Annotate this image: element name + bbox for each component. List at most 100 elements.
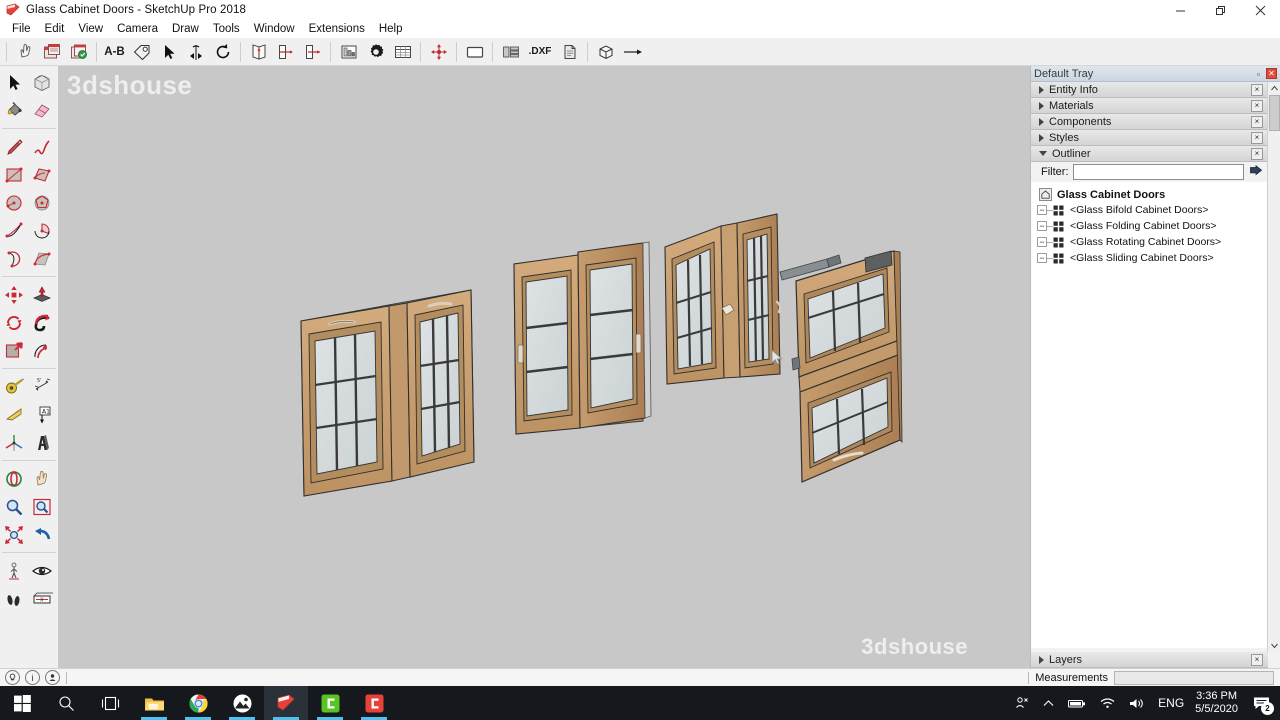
sketchup-button[interactable] bbox=[264, 686, 308, 720]
orbit-tool[interactable] bbox=[0, 465, 28, 493]
panel-close-icon[interactable]: × bbox=[1251, 83, 1263, 96]
menu-window[interactable]: Window bbox=[247, 22, 302, 36]
menu-help[interactable]: Help bbox=[372, 22, 410, 36]
door-right-icon[interactable] bbox=[299, 39, 326, 65]
tag-icon[interactable] bbox=[128, 39, 155, 65]
text-tool[interactable]: A1 bbox=[28, 401, 56, 429]
move-tool[interactable] bbox=[0, 281, 28, 309]
print-icon[interactable] bbox=[556, 39, 583, 65]
notifications-icon[interactable]: 2 bbox=[1253, 696, 1274, 715]
bar-chart-icon[interactable] bbox=[335, 39, 362, 65]
followme-tool[interactable] bbox=[28, 309, 56, 337]
position-camera-tool[interactable] bbox=[0, 557, 28, 585]
start-button[interactable] bbox=[0, 686, 44, 720]
panel-layers[interactable]: Layers × bbox=[1031, 652, 1268, 668]
zoom-extents-tool[interactable] bbox=[0, 521, 28, 549]
dimension-tool[interactable]: 5' bbox=[28, 373, 56, 401]
share-nearby-icon[interactable] bbox=[1015, 696, 1029, 710]
close-button[interactable] bbox=[1240, 0, 1280, 20]
rectangle-tool[interactable] bbox=[0, 161, 28, 189]
outliner-item-rotating[interactable]: − <Glass Rotating Cabinet Doors> bbox=[1031, 234, 1268, 250]
minimize-button[interactable] bbox=[1160, 0, 1200, 20]
outliner-item-bifold[interactable]: − <Glass Bifold Cabinet Doors> bbox=[1031, 202, 1268, 218]
filter-go-icon[interactable] bbox=[1248, 164, 1264, 180]
layout-open-icon[interactable] bbox=[38, 39, 65, 65]
expander-icon[interactable]: − bbox=[1037, 253, 1047, 263]
polygon-tool[interactable] bbox=[28, 189, 56, 217]
volume-icon[interactable] bbox=[1129, 697, 1144, 710]
language-indicator[interactable]: ENG bbox=[1158, 696, 1184, 710]
filter-input[interactable] bbox=[1072, 164, 1244, 180]
dxf-export-icon[interactable]: .DXF bbox=[524, 39, 556, 65]
menu-draw[interactable]: Draw bbox=[165, 22, 206, 36]
expander-icon[interactable]: − bbox=[1037, 237, 1047, 247]
panel-outliner[interactable]: Outliner × bbox=[1031, 146, 1268, 162]
tape-measure-tool[interactable] bbox=[0, 373, 28, 401]
freehand-tool[interactable] bbox=[28, 133, 56, 161]
panel-close-icon[interactable]: × bbox=[1251, 653, 1263, 666]
model-viewport[interactable]: 3dshouse 3dshouse bbox=[59, 66, 1030, 668]
move-cross-icon[interactable] bbox=[425, 39, 452, 65]
three-point-arc-tool[interactable] bbox=[28, 245, 56, 273]
mirror-icon[interactable] bbox=[182, 39, 209, 65]
outliner-item-folding[interactable]: − <Glass Folding Cabinet Doors> bbox=[1031, 218, 1268, 234]
cube-icon[interactable] bbox=[592, 39, 619, 65]
section-plane-tool[interactable]: X bbox=[28, 585, 56, 613]
arrow-select-icon[interactable] bbox=[155, 39, 182, 65]
scroll-thumb[interactable] bbox=[1269, 95, 1280, 131]
panel-components[interactable]: Components × bbox=[1031, 114, 1268, 130]
menu-camera[interactable]: Camera bbox=[110, 22, 165, 36]
panel-materials[interactable]: Materials × bbox=[1031, 98, 1268, 114]
scroll-up-arrow[interactable] bbox=[1268, 82, 1280, 95]
pin-icon[interactable]: ▫ bbox=[1257, 69, 1260, 79]
previous-view-tool[interactable] bbox=[28, 521, 56, 549]
search-button[interactable] bbox=[44, 686, 88, 720]
tips-bulb-icon[interactable] bbox=[5, 670, 20, 685]
rotate-refresh-icon[interactable] bbox=[209, 39, 236, 65]
look-around-tool[interactable] bbox=[28, 557, 56, 585]
account-icon[interactable] bbox=[45, 670, 60, 685]
pan-tool[interactable] bbox=[28, 465, 56, 493]
panel-close-icon[interactable]: × bbox=[1251, 147, 1263, 160]
two-point-arc-tool[interactable] bbox=[0, 245, 28, 273]
zoom-window-tool[interactable] bbox=[28, 493, 56, 521]
outliner-item-sliding[interactable]: − <Glass Sliding Cabinet Doors> bbox=[1031, 250, 1268, 266]
panel-close-icon[interactable]: × bbox=[1251, 131, 1263, 144]
rectangle-icon[interactable] bbox=[461, 39, 488, 65]
axes-tool[interactable] bbox=[0, 429, 28, 457]
wifi-icon[interactable] bbox=[1100, 697, 1115, 709]
select-hand-icon[interactable] bbox=[11, 39, 38, 65]
battery-icon[interactable] bbox=[1068, 698, 1086, 709]
paint-bucket-tool[interactable] bbox=[0, 97, 28, 125]
outliner-root-row[interactable]: Glass Cabinet Doors bbox=[1031, 187, 1268, 202]
rotate-tool[interactable] bbox=[0, 309, 28, 337]
maximize-button[interactable] bbox=[1200, 0, 1240, 20]
layout-export-icon[interactable] bbox=[65, 39, 92, 65]
rotated-rectangle-tool[interactable] bbox=[28, 161, 56, 189]
photos-button[interactable] bbox=[220, 686, 264, 720]
menu-file[interactable]: File bbox=[5, 22, 38, 36]
panel-close-icon[interactable]: × bbox=[1251, 115, 1263, 128]
offset-tool[interactable] bbox=[28, 337, 56, 365]
file-explorer-button[interactable] bbox=[132, 686, 176, 720]
circle-tool[interactable] bbox=[0, 189, 28, 217]
tray-scrollbar[interactable] bbox=[1267, 82, 1280, 652]
protractor-tool[interactable] bbox=[0, 401, 28, 429]
panel-styles[interactable]: Styles × bbox=[1031, 130, 1268, 146]
zoom-tool[interactable] bbox=[0, 493, 28, 521]
door-left-icon[interactable] bbox=[272, 39, 299, 65]
scroll-down-arrow[interactable] bbox=[1268, 639, 1280, 652]
table-icon[interactable] bbox=[389, 39, 416, 65]
camtasia-button[interactable] bbox=[308, 686, 352, 720]
menu-view[interactable]: View bbox=[71, 22, 110, 36]
ab-label-icon[interactable]: A-B bbox=[101, 39, 128, 65]
open-door-icon[interactable] bbox=[245, 39, 272, 65]
menu-edit[interactable]: Edit bbox=[38, 22, 72, 36]
arc-tool[interactable] bbox=[0, 217, 28, 245]
pushpull-tool[interactable] bbox=[28, 281, 56, 309]
line-tool[interactable] bbox=[0, 133, 28, 161]
panel-layout-icon[interactable] bbox=[497, 39, 524, 65]
chevron-up-icon[interactable] bbox=[1043, 698, 1054, 709]
menu-tools[interactable]: Tools bbox=[206, 22, 247, 36]
task-view-button[interactable] bbox=[88, 686, 132, 720]
